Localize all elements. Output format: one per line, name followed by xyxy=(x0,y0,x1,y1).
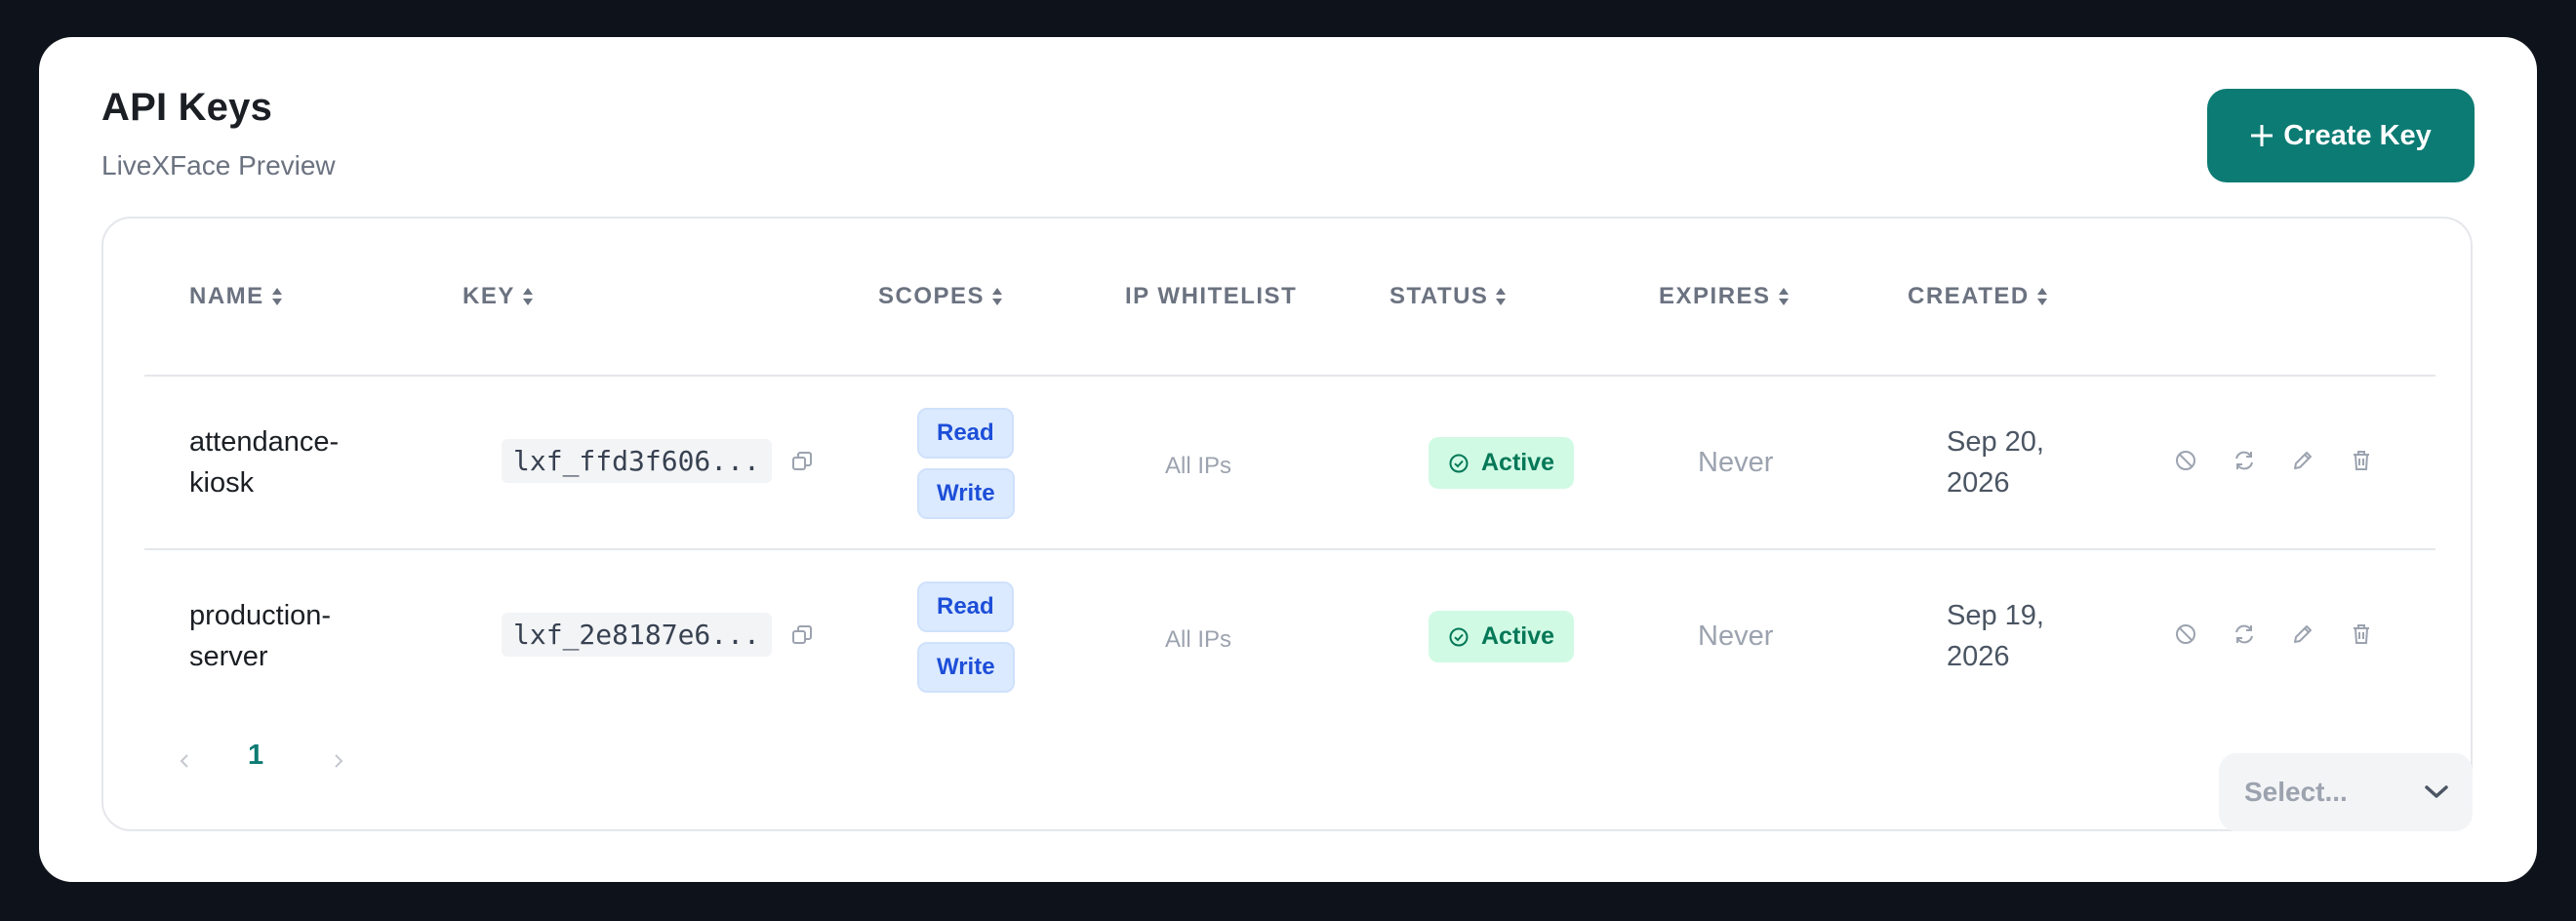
status-cell: Active xyxy=(1429,611,1575,662)
scope-badge-read: Read xyxy=(917,581,1014,632)
chevron-down-icon xyxy=(2425,785,2448,798)
edit-icon[interactable] xyxy=(2291,449,2314,472)
status-label: Active xyxy=(1481,449,1555,476)
column-header-label: IP WHITELIST xyxy=(1125,283,1298,309)
create-key-button[interactable]: Create Key xyxy=(2207,89,2475,182)
column-header-label: CREATED xyxy=(1908,283,2030,309)
expires-value: Never xyxy=(1698,621,1774,652)
plus-icon xyxy=(2251,125,2274,146)
column-header-scopes[interactable]: SCOPES xyxy=(878,283,1004,310)
column-header-expires[interactable]: EXPIRES xyxy=(1659,283,1791,310)
scope-badge-write: Write xyxy=(917,642,1015,693)
disable-icon[interactable] xyxy=(2174,622,2197,646)
column-header-label: EXPIRES xyxy=(1659,283,1771,309)
key-value: lxf_2e8187e6... xyxy=(502,613,772,657)
column-header-ip-whitelist: IP WHITELIST xyxy=(1125,283,1297,310)
ip-whitelist-value: All IPs xyxy=(1165,626,1232,653)
api-keys-card: API Keys LiveXFace Preview Create Key NA… xyxy=(39,37,2537,882)
column-header-status[interactable]: STATUS xyxy=(1389,283,1508,310)
sort-icon xyxy=(1778,288,1789,305)
key-value-cell: lxf_ffd3f606... xyxy=(502,439,813,483)
sort-icon xyxy=(1496,288,1507,305)
scope-badge-write: Write xyxy=(917,468,1015,519)
status-badge: Active xyxy=(1429,611,1575,662)
header-divider xyxy=(144,375,2435,377)
rotate-icon[interactable] xyxy=(2233,449,2256,472)
created-value: Sep 19, 2026 xyxy=(1947,600,2044,672)
column-header-key[interactable]: KEY xyxy=(463,283,535,310)
column-header-label: STATUS xyxy=(1389,283,1489,309)
key-name: production-server xyxy=(189,600,332,672)
status-cell: Active xyxy=(1429,437,1575,489)
page-size-select[interactable]: Select... xyxy=(2219,753,2473,831)
scopes-cell: Read Write xyxy=(917,581,1015,702)
sort-icon xyxy=(992,288,1003,305)
disable-icon[interactable] xyxy=(2174,449,2197,472)
select-placeholder: Select... xyxy=(2244,777,2348,807)
edit-icon[interactable] xyxy=(2291,622,2314,646)
chevron-right-icon xyxy=(335,754,343,768)
delete-icon[interactable] xyxy=(2350,622,2373,646)
copy-icon[interactable] xyxy=(791,451,813,472)
api-keys-table: NAME KEY SCOPES IP WHITELIST STATUS EXPI… xyxy=(101,217,2473,831)
sort-icon xyxy=(271,288,282,305)
column-header-label: NAME xyxy=(189,283,264,309)
column-header-label: SCOPES xyxy=(878,283,986,309)
page-number[interactable]: 1 xyxy=(248,740,263,772)
create-key-label: Create Key xyxy=(2283,119,2432,151)
next-page-button[interactable] xyxy=(324,741,353,781)
column-header-name[interactable]: NAME xyxy=(189,283,284,310)
row-actions xyxy=(2174,449,2373,472)
row-divider xyxy=(144,548,2435,550)
chevron-left-icon xyxy=(180,754,188,768)
sort-icon xyxy=(522,288,533,305)
rotate-icon[interactable] xyxy=(2233,622,2256,646)
key-value-cell: lxf_2e8187e6... xyxy=(502,613,813,657)
check-circle-icon xyxy=(1449,627,1469,646)
scopes-cell: Read Write xyxy=(917,408,1015,529)
status-badge: Active xyxy=(1429,437,1575,489)
delete-icon[interactable] xyxy=(2350,449,2373,472)
key-name: attendance-kiosk xyxy=(189,426,340,499)
copy-icon[interactable] xyxy=(791,624,813,646)
prev-page-button[interactable] xyxy=(170,741,199,781)
ip-whitelist-value: All IPs xyxy=(1165,453,1232,479)
status-label: Active xyxy=(1481,622,1555,650)
column-header-created[interactable]: CREATED xyxy=(1908,283,2049,310)
check-circle-icon xyxy=(1449,454,1469,472)
created-value: Sep 20, 2026 xyxy=(1947,426,2044,499)
sort-icon xyxy=(2036,288,2047,305)
page-subtitle: LiveXFace Preview xyxy=(101,150,336,180)
scope-badge-read: Read xyxy=(917,408,1014,459)
row-actions xyxy=(2174,622,2373,646)
expires-value: Never xyxy=(1698,447,1774,478)
column-header-label: KEY xyxy=(463,283,515,309)
key-value: lxf_ffd3f606... xyxy=(502,439,772,483)
page-title: API Keys xyxy=(101,86,273,129)
